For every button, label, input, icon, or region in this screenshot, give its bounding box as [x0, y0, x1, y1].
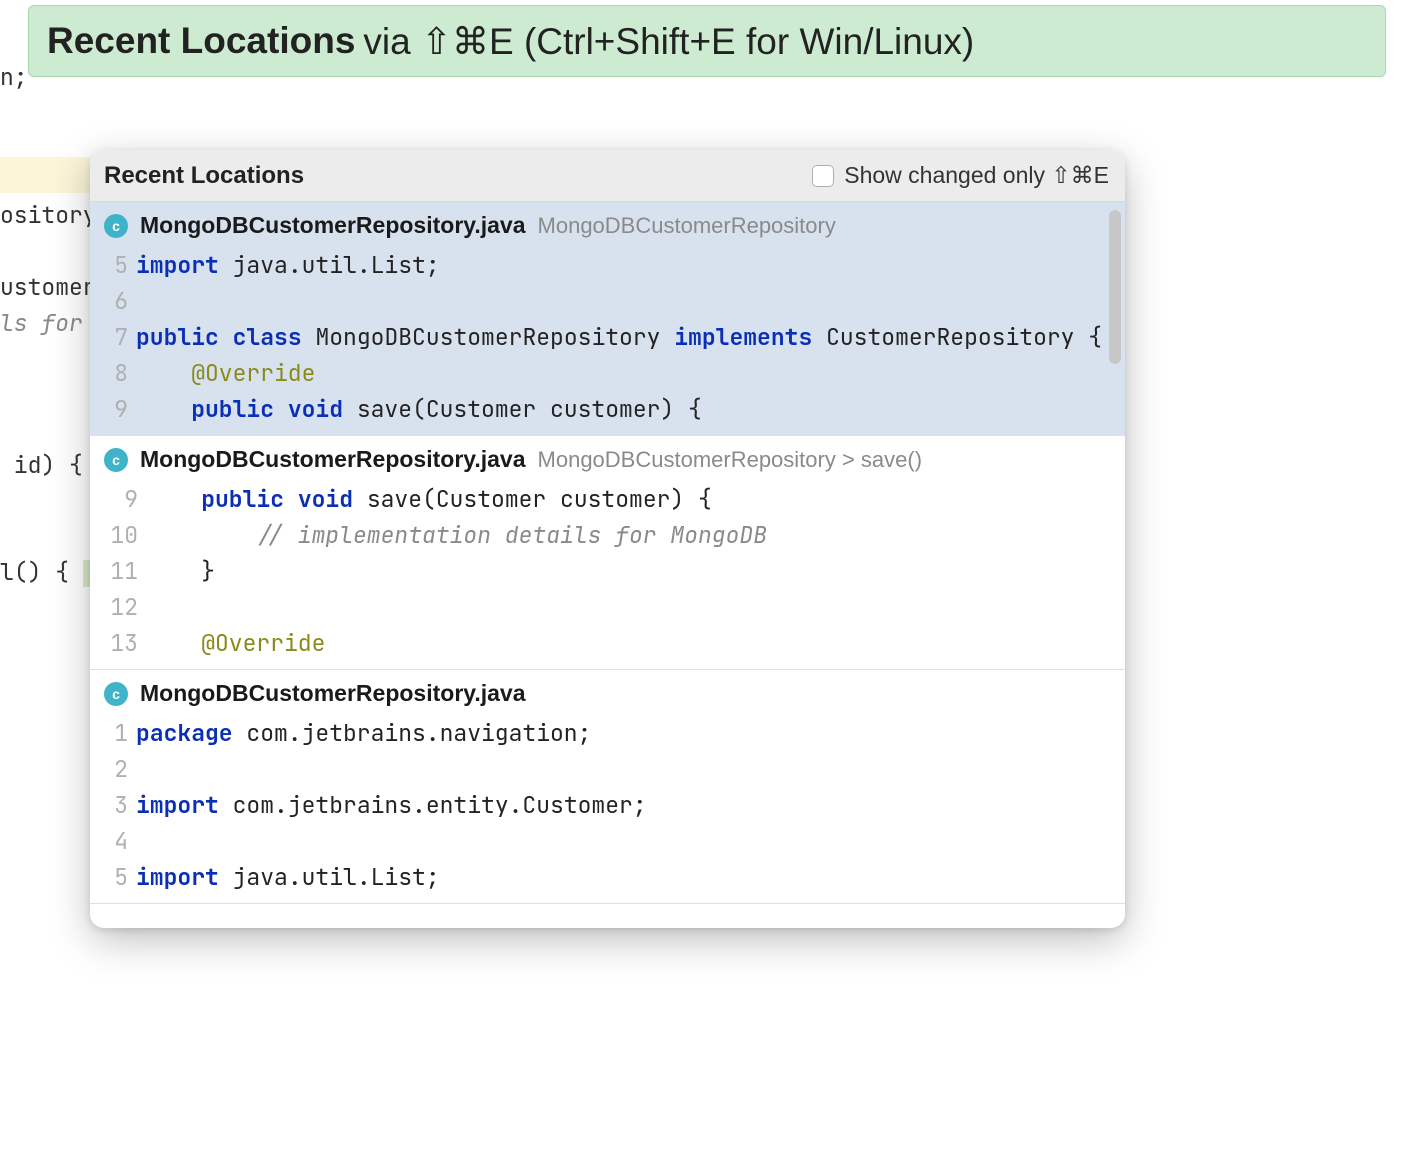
line-number: 13	[90, 625, 146, 661]
breadcrumb: MongoDBCustomerRepository	[538, 213, 836, 239]
code-text: import java.util.List;	[136, 859, 440, 895]
line-number: 5	[90, 859, 136, 895]
location-block[interactable]: c MongoDBCustomerRepository.java MongoDBCu…	[90, 202, 1125, 436]
code-text: @Override	[136, 355, 315, 391]
recent-locations-popup: Recent Locations Show changed only ⇧⌘E c…	[90, 150, 1125, 928]
code-text: public void save(Customer customer) {	[136, 391, 702, 427]
scrollbar[interactable]	[1109, 210, 1121, 364]
code-line: 4	[90, 823, 1125, 859]
popup-body[interactable]: c MongoDBCustomerRepository.java MongoDBCu…	[90, 202, 1125, 928]
line-number: 11	[90, 553, 146, 589]
line-number: 6	[90, 283, 136, 319]
class-file-icon: c	[104, 214, 128, 238]
code-line: 3import com.jetbrains.entity.Customer;	[90, 787, 1125, 823]
background-editor: n; ository ustomer ls for id) { l() {	[0, 0, 28, 1154]
code-line: 11 }	[90, 553, 1125, 589]
code-text: public class MongoDBCustomerRepository i…	[136, 319, 1102, 355]
bg-frag: ository	[0, 200, 97, 230]
line-number: 12	[90, 589, 146, 625]
code-snippet: 1package com.jetbrains.navigation;23impo…	[90, 713, 1125, 903]
code-line: 9 public void save(Customer customer) {	[90, 391, 1125, 427]
code-text: }	[146, 553, 215, 589]
code-text: public void save(Customer customer) {	[146, 481, 712, 517]
line-number: 4	[90, 823, 136, 859]
code-line: 9 public void save(Customer customer) {	[90, 481, 1125, 517]
breadcrumb: MongoDBCustomerRepository > save()	[538, 447, 923, 473]
line-number: 5	[90, 247, 136, 283]
code-line: 5import java.util.List;	[90, 247, 1125, 283]
file-name: MongoDBCustomerRepository.java	[140, 212, 526, 239]
show-changed-label: Show changed only ⇧⌘E	[844, 162, 1109, 189]
code-snippet: 9 public void save(Customer customer) {1…	[90, 479, 1125, 669]
line-number: 3	[90, 787, 136, 823]
code-text: package com.jetbrains.navigation;	[136, 715, 591, 751]
line-number: 9	[90, 391, 136, 427]
popup-header: Recent Locations Show changed only ⇧⌘E	[90, 150, 1125, 202]
show-changed-only-control[interactable]: Show changed only ⇧⌘E	[812, 162, 1109, 189]
line-number: 10	[90, 517, 146, 553]
bg-frag: n;	[0, 62, 28, 92]
code-snippet: 5import java.util.List;67public class Mo…	[90, 245, 1125, 435]
code-line: 12	[90, 589, 1125, 625]
line-number: 1	[90, 715, 136, 751]
code-line: 13 @Override	[90, 625, 1125, 661]
location-header: c MongoDBCustomerRepository.java MongoDBCu…	[90, 202, 1125, 245]
code-line: 2	[90, 751, 1125, 787]
tip-banner: Recent Locations via ⇧⌘E (Ctrl+Shift+E f…	[28, 5, 1386, 77]
banner-title-bold: Recent Locations	[47, 20, 355, 62]
line-number: 9	[90, 481, 146, 517]
code-text: import com.jetbrains.entity.Customer;	[136, 787, 647, 823]
code-line: 8 @Override	[90, 355, 1125, 391]
code-line: 7public class MongoDBCustomerRepository …	[90, 319, 1125, 355]
code-line: 5import java.util.List;	[90, 859, 1125, 895]
code-text: // implementation details for MongoDB	[146, 517, 767, 553]
bg-frag: ls for	[0, 308, 83, 338]
code-line: 1package com.jetbrains.navigation;	[90, 715, 1125, 751]
class-file-icon: c	[104, 682, 128, 706]
location-block[interactable]: c MongoDBCustomerRepository.java MongoDBCu…	[90, 436, 1125, 670]
location-block[interactable]: cMongoDBCustomerRepository.java1package …	[90, 670, 1125, 904]
checkbox-icon[interactable]	[812, 165, 834, 187]
class-file-icon: c	[104, 448, 128, 472]
popup-title: Recent Locations	[104, 162, 304, 190]
bg-frag: l() {	[0, 557, 94, 587]
code-line: 10 // implementation details for MongoDB	[90, 517, 1125, 553]
line-number: 2	[90, 751, 136, 787]
file-name: MongoDBCustomerRepository.java	[140, 680, 526, 707]
bg-frag: ustomer	[0, 272, 97, 302]
code-text: import java.util.List;	[136, 247, 440, 283]
line-number: 7	[90, 319, 136, 355]
line-number: 8	[90, 355, 136, 391]
banner-title-rest: via ⇧⌘E (Ctrl+Shift+E for Win/Linux)	[363, 20, 974, 63]
location-header: c MongoDBCustomerRepository.java	[90, 670, 1125, 713]
location-header: c MongoDBCustomerRepository.java MongoDBCu…	[90, 436, 1125, 479]
bg-frag: id) {	[0, 450, 83, 480]
bg-highlight	[0, 157, 90, 193]
code-line: 6	[90, 283, 1125, 319]
code-text: @Override	[146, 625, 325, 661]
file-name: MongoDBCustomerRepository.java	[140, 446, 526, 473]
